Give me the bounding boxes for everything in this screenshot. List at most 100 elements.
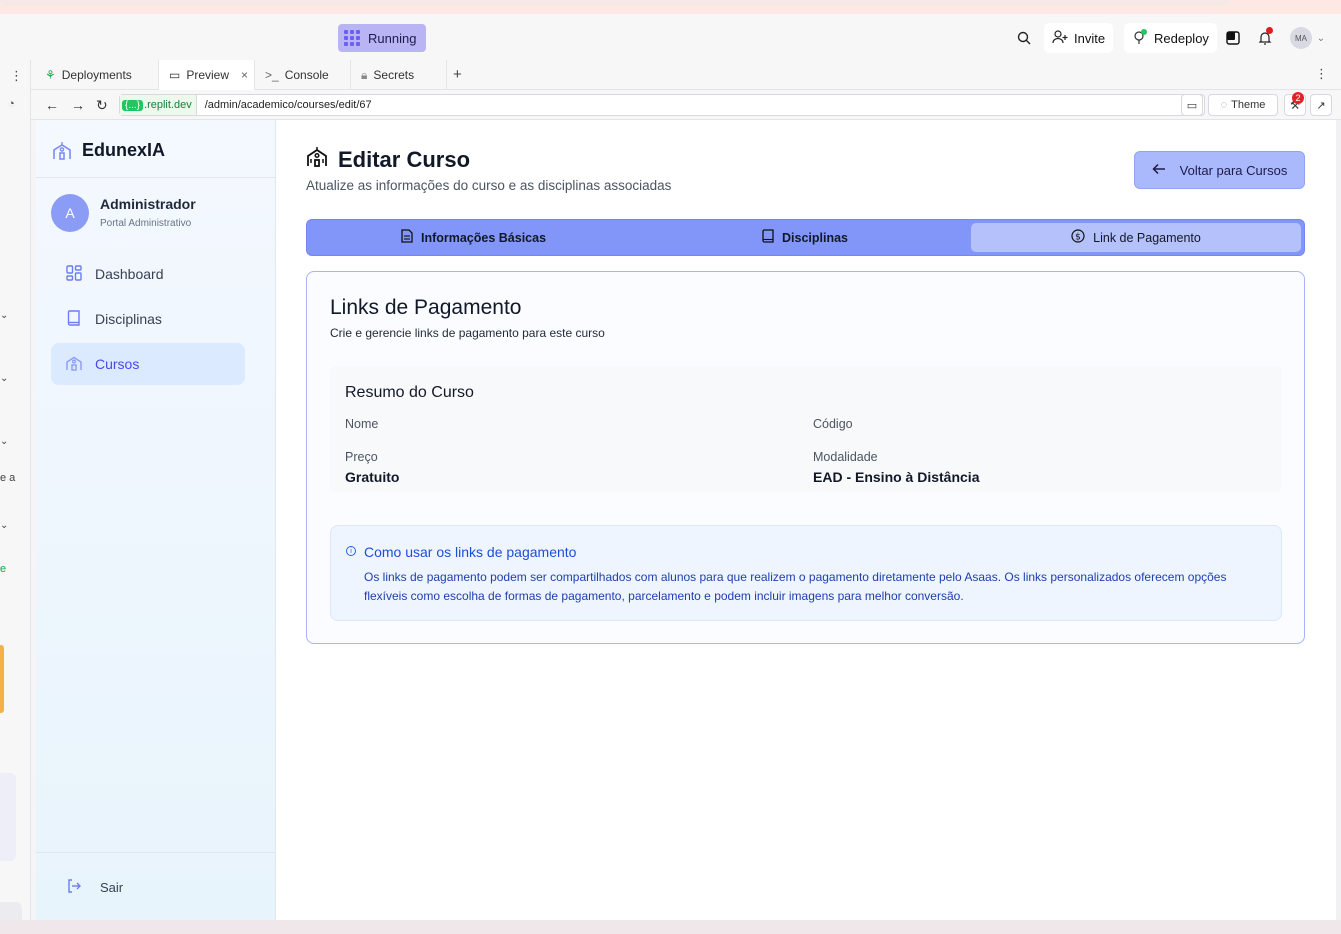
gauge-icon[interactable]: ◔ <box>8 98 15 110</box>
invite-button[interactable]: Invite <box>1044 23 1114 53</box>
add-tab-icon[interactable]: + <box>453 66 462 83</box>
redeploy-button[interactable]: Redeploy <box>1124 23 1217 53</box>
book-icon <box>762 229 774 246</box>
open-new-tab-button[interactable]: ↗ <box>1310 94 1332 116</box>
truncated-text: e a <box>0 472 16 484</box>
tab-label: Preview <box>186 68 230 82</box>
dollar-circle-icon: $ <box>1071 229 1085 246</box>
document-icon <box>401 229 413 246</box>
divider <box>36 852 276 853</box>
close-icon[interactable]: × <box>241 68 248 82</box>
replit-tab-bar: ⚘ Deployments ▭ Preview × >_ Console 🔒︎ … <box>31 60 1341 90</box>
chat-card-edge <box>0 773 16 861</box>
sidebar-item-disciplinas[interactable]: Disciplinas <box>51 298 245 340</box>
tab-secrets[interactable]: 🔒︎ Secrets <box>351 60 447 90</box>
user-role: Portal Administrativo <box>100 218 192 229</box>
truncated-text: e <box>0 563 7 575</box>
tab-deployments[interactable]: ⚘ Deployments <box>35 60 159 90</box>
chevron-down-icon[interactable]: ⌄ <box>0 436 8 447</box>
monitor-icon: ▭ <box>169 68 181 82</box>
user-avatar-small[interactable]: MA <box>1290 27 1312 49</box>
warning-card-edge <box>0 645 4 713</box>
deploy-icon <box>1132 28 1148 48</box>
more-vertical-icon[interactable]: ⋮ <box>1315 66 1328 82</box>
more-vertical-icon[interactable]: ⋮ <box>10 68 23 84</box>
arrow-left-icon <box>1152 163 1166 178</box>
url-input[interactable]: {...} .replit.dev /admin/academico/cours… <box>119 94 1205 116</box>
sidebar-item-dashboard[interactable]: Dashboard <box>51 253 245 295</box>
url-host: {...} .replit.dev <box>120 95 197 115</box>
theme-label: Theme <box>1231 99 1266 111</box>
modality-label: Modalidade <box>813 450 878 464</box>
lock-icon: 🔒︎ <box>361 67 368 82</box>
school-icon <box>52 141 72 161</box>
theme-button[interactable]: ◌ Theme <box>1208 94 1278 116</box>
back-arrow-icon[interactable]: ← <box>45 97 59 113</box>
app-sidebar: EdunexIA A Administrador Portal Administ… <box>36 120 276 920</box>
card-subtitle: Crie e gerencie links de pagamento para … <box>330 326 605 340</box>
monitor-icon: ▭ <box>1186 99 1198 112</box>
window-top-strip <box>0 0 1341 14</box>
chevron-down-icon[interactable]: ⌄ <box>0 520 8 531</box>
avatar[interactable]: A <box>51 194 89 232</box>
sidebar-item-cursos[interactable]: Cursos <box>51 343 245 385</box>
devtools-badge: 2 <box>1292 92 1304 104</box>
chevron-down-icon[interactable]: ⌄ <box>0 373 8 384</box>
notification-dot <box>1266 27 1273 34</box>
tab-label: Secrets <box>373 68 415 82</box>
redeploy-label: Redeploy <box>1154 30 1209 46</box>
card-title: Links de Pagamento <box>330 296 522 319</box>
tab-console[interactable]: >_ Console <box>255 60 351 90</box>
url-path: /admin/academico/courses/edit/67 <box>204 99 372 111</box>
back-button-label: Voltar para Cursos <box>1179 162 1288 178</box>
name-label: Nome <box>345 417 379 431</box>
tab-informacoes-basicas[interactable]: Informações Básicas <box>309 223 638 252</box>
svg-text:$: $ <box>1075 233 1081 243</box>
sidebar-item-label: Dashboard <box>95 266 164 282</box>
tab-link-de-pagamento[interactable]: $ Link de Pagamento <box>971 223 1301 252</box>
deploy-icon: ⚘ <box>45 68 56 82</box>
chevron-down-icon[interactable]: ⌄ <box>1312 29 1330 47</box>
chevron-down-icon[interactable]: ⌄ <box>0 310 8 321</box>
back-to-courses-button[interactable]: Voltar para Cursos <box>1134 151 1305 189</box>
terminal-icon: >_ <box>265 68 279 82</box>
palette-icon: ◌ <box>1220 99 1228 111</box>
school-icon <box>65 354 83 375</box>
tab-label: Deployments <box>61 68 132 82</box>
window-bottom-strip <box>0 920 1341 934</box>
modality-value: EAD - Ensino à Distância <box>813 469 980 485</box>
price-value: Gratuito <box>345 469 400 485</box>
brand[interactable]: EdunexIA <box>52 140 165 161</box>
run-status-button[interactable]: Running <box>338 24 426 52</box>
payment-links-card: Links de Pagamento Crie e gerencie links… <box>306 271 1305 644</box>
devices-button[interactable]: ▭ <box>1181 94 1203 116</box>
page-title-text: Editar Curso <box>338 147 471 172</box>
logout-icon <box>66 878 82 897</box>
dashboard-icon <box>65 264 83 285</box>
user-name: Administrador <box>100 196 196 212</box>
preview-url-bar: ← → ↻ {...} .replit.dev /admin/academico… <box>31 90 1341 120</box>
main-content: Editar Curso Atualize as informações do … <box>276 120 1336 920</box>
grid-icon <box>344 30 360 46</box>
sidebar-item-label: Cursos <box>95 356 140 372</box>
course-tabs: Informações Básicas Disciplinas $ Link d… <box>306 219 1305 256</box>
summary-title: Resumo do Curso <box>345 384 474 401</box>
search-icon[interactable] <box>1015 29 1033 47</box>
logout-label: Sair <box>100 880 124 895</box>
url-host-text: .replit.dev <box>144 99 192 111</box>
url-host-pill: {...} <box>122 99 144 111</box>
replit-left-pane: ⋮ ◔ ⌄ ⌄ ⌄ e a ⌄ e <box>0 60 31 934</box>
add-user-icon <box>1052 29 1068 47</box>
price-label: Preço <box>345 450 378 464</box>
tab-preview[interactable]: ▭ Preview × <box>159 60 255 90</box>
tab-disciplinas[interactable]: Disciplinas <box>640 223 970 252</box>
school-icon <box>306 146 328 174</box>
panels-icon[interactable] <box>1224 29 1242 47</box>
refresh-icon[interactable]: ↻ <box>96 97 108 114</box>
forward-arrow-icon[interactable]: → <box>71 97 85 113</box>
logout-button[interactable]: Sair <box>66 878 123 897</box>
replit-header: Running Invite Redeploy MA ⌄ <box>0 14 1341 60</box>
scrollbar[interactable] <box>1336 120 1341 920</box>
info-icon: i <box>346 546 356 556</box>
info-callout: i Como usar os links de pagamento Os lin… <box>330 525 1282 621</box>
